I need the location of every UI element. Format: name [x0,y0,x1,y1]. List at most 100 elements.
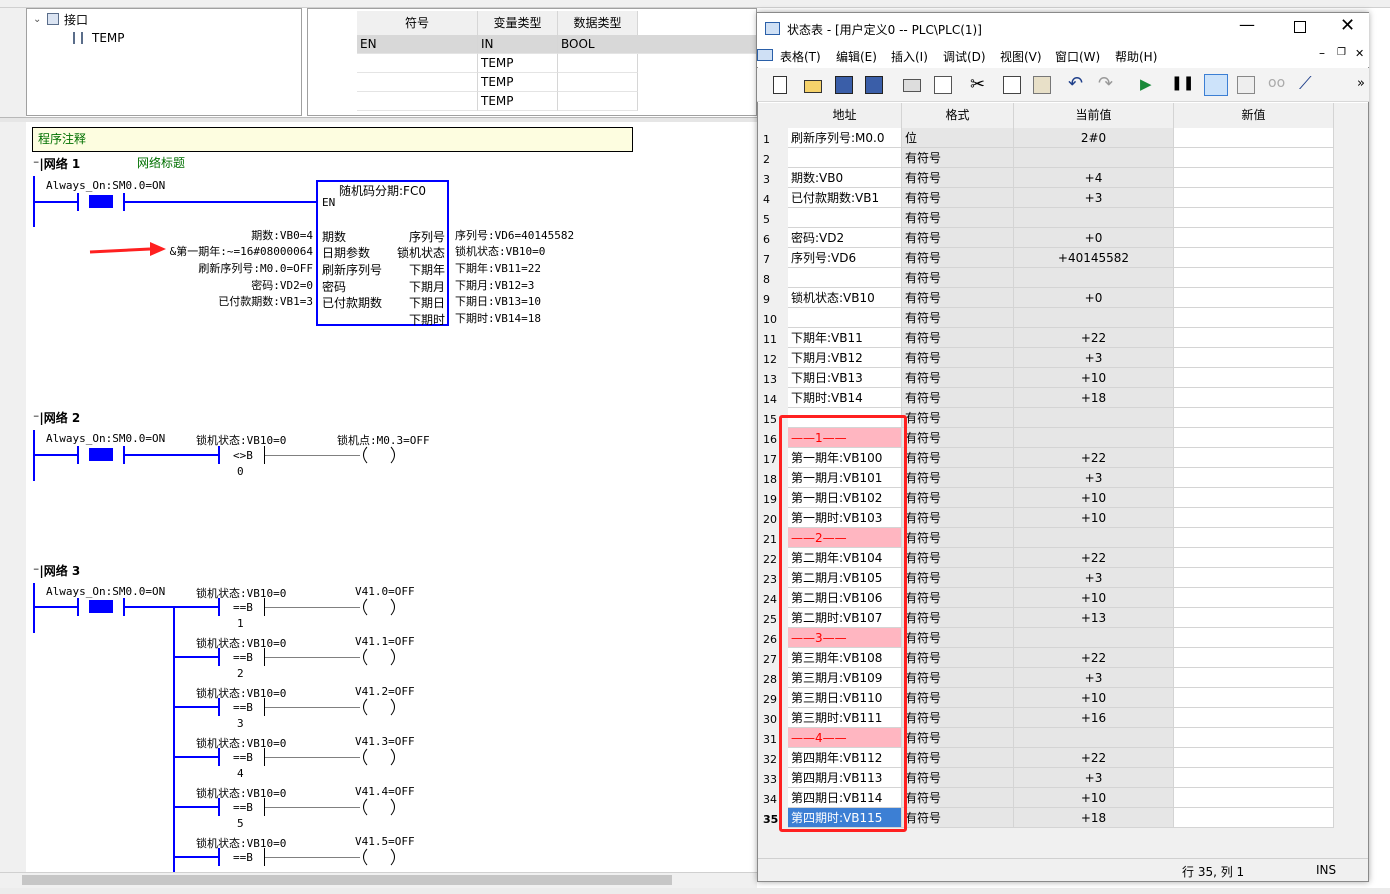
cell-format[interactable]: 有符号 [902,548,1014,568]
cell-new-value[interactable] [1174,148,1334,168]
cell-current-value[interactable]: +10 [1014,508,1174,528]
cell-current-value[interactable]: +3 [1014,348,1174,368]
cell-new-value[interactable] [1174,308,1334,328]
cell-format[interactable]: 有符号 [902,728,1014,748]
cell-format[interactable]: 有符号 [902,388,1014,408]
cell-format[interactable]: 有符号 [902,448,1014,468]
cell-new-value[interactable] [1174,768,1334,788]
cell-format[interactable]: 有符号 [902,188,1014,208]
network-2-header[interactable]: ⁻|网络 2 [33,409,80,426]
cell-current-value[interactable] [1014,208,1174,228]
vt-cell-vartype[interactable]: IN [478,35,558,54]
cell-format[interactable]: 有符号 [902,668,1014,688]
cell-address[interactable]: 密码:VD2 [788,228,902,248]
run-icon[interactable]: ▶ [1140,75,1152,93]
cell-new-value[interactable] [1174,448,1334,468]
cell-current-value[interactable]: +3 [1014,188,1174,208]
network-1-title[interactable]: 网络标题 [137,154,185,171]
cell-current-value[interactable] [1014,728,1174,748]
cell-format[interactable]: 有符号 [902,468,1014,488]
cell-current-value[interactable]: +10 [1014,588,1174,608]
menu-view[interactable]: 视图(V) [1000,48,1042,65]
toolbar-overflow-icon[interactable]: » [1357,76,1365,91]
cell-address[interactable]: 已付款期数:VB1 [788,188,902,208]
cell-current-value[interactable]: +22 [1014,328,1174,348]
cell-format[interactable]: 有符号 [902,328,1014,348]
status-row[interactable]: 14 下期时:VB14 有符号 +18 [758,388,1368,408]
status-row[interactable]: 6 密码:VD2 有符号 +0 [758,228,1368,248]
cell-new-value[interactable] [1174,408,1334,428]
table-monitor-icon[interactable] [1204,74,1228,96]
cell-current-value[interactable]: +18 [1014,808,1174,828]
cell-current-value[interactable]: +3 [1014,468,1174,488]
cell-current-value[interactable]: +22 [1014,448,1174,468]
cell-new-value[interactable] [1174,708,1334,728]
network-1-header[interactable]: ⁻|网络 1 [33,155,80,172]
status-row[interactable]: 3 期数:VB0 有符号 +4 [758,168,1368,188]
cell-current-value[interactable]: +22 [1014,748,1174,768]
cell-address[interactable] [788,308,902,328]
status-window-titlebar[interactable]: 状态表 - [用户定义0 -- PLC\PLC(1)] — ✕ [757,13,1369,45]
cell-format[interactable]: 有符号 [902,588,1014,608]
cell-current-value[interactable]: 2#0 [1014,128,1174,148]
status-row[interactable]: 12 下期月:VB12 有符号 +3 [758,348,1368,368]
net3-coil[interactable] [359,748,399,766]
cell-current-value[interactable]: +0 [1014,288,1174,308]
cell-format[interactable]: 有符号 [902,148,1014,168]
cell-new-value[interactable] [1174,648,1334,668]
cell-new-value[interactable] [1174,468,1334,488]
cell-format[interactable]: 有符号 [902,308,1014,328]
status-row[interactable]: 11 下期年:VB11 有符号 +22 [758,328,1368,348]
cell-new-value[interactable] [1174,628,1334,648]
trend-view-icon[interactable] [1237,76,1255,94]
vt-cell-datatype[interactable]: BOOL [558,35,756,54]
copy-icon[interactable] [1003,76,1021,94]
cell-current-value[interactable]: +22 [1014,548,1174,568]
col-header-new[interactable]: 新值 [1174,103,1334,128]
cell-address[interactable] [788,148,902,168]
cell-format[interactable]: 有符号 [902,428,1014,448]
cell-current-value[interactable]: +10 [1014,368,1174,388]
cut-icon[interactable]: ✂ [970,74,985,95]
cell-new-value[interactable] [1174,328,1334,348]
cell-new-value[interactable] [1174,208,1334,228]
glasses-icon[interactable]: oo [1268,75,1285,91]
status-row[interactable]: 8 有符号 [758,268,1368,288]
cell-address[interactable]: 下期月:VB12 [788,348,902,368]
cell-format[interactable]: 位 [902,128,1014,148]
cell-format[interactable]: 有符号 [902,368,1014,388]
vt-cell-symbol[interactable] [357,73,478,92]
save-all-icon[interactable] [865,76,883,94]
cell-format[interactable]: 有符号 [902,768,1014,788]
cell-format[interactable]: 有符号 [902,268,1014,288]
status-row[interactable]: 2 有符号 [758,148,1368,168]
menu-edit[interactable]: 编辑(E) [836,48,877,65]
status-row[interactable]: 10 有符号 [758,308,1368,328]
fc0-output-value[interactable]: 下期月:VB12=3 [455,277,534,293]
menu-debug[interactable]: 调试(D) [943,48,986,65]
cell-current-value[interactable]: +3 [1014,568,1174,588]
fc0-input-value[interactable]: &第一期年:~=16#08000064 [170,243,313,259]
cell-format[interactable]: 有符号 [902,228,1014,248]
net3-coil[interactable] [359,598,399,616]
net3-coil[interactable] [359,648,399,666]
cell-format[interactable]: 有符号 [902,488,1014,508]
cell-new-value[interactable] [1174,488,1334,508]
cell-current-value[interactable] [1014,308,1174,328]
status-row[interactable]: 5 有符号 [758,208,1368,228]
cell-format[interactable]: 有符号 [902,708,1014,728]
cell-current-value[interactable]: +3 [1014,768,1174,788]
cell-new-value[interactable] [1174,288,1334,308]
cell-new-value[interactable] [1174,428,1334,448]
cell-new-value[interactable] [1174,348,1334,368]
vt-cell-vartype[interactable]: TEMP [478,73,558,92]
cell-format[interactable]: 有符号 [902,648,1014,668]
net2-coil[interactable] [359,446,399,464]
cell-format[interactable]: 有符号 [902,208,1014,228]
cell-address[interactable] [788,268,902,288]
open-icon[interactable] [804,80,822,93]
close-icon[interactable]: ✕ [1340,15,1355,36]
print-preview-icon[interactable] [934,76,952,94]
cell-address[interactable]: 下期年:VB11 [788,328,902,348]
cell-current-value[interactable]: +10 [1014,788,1174,808]
